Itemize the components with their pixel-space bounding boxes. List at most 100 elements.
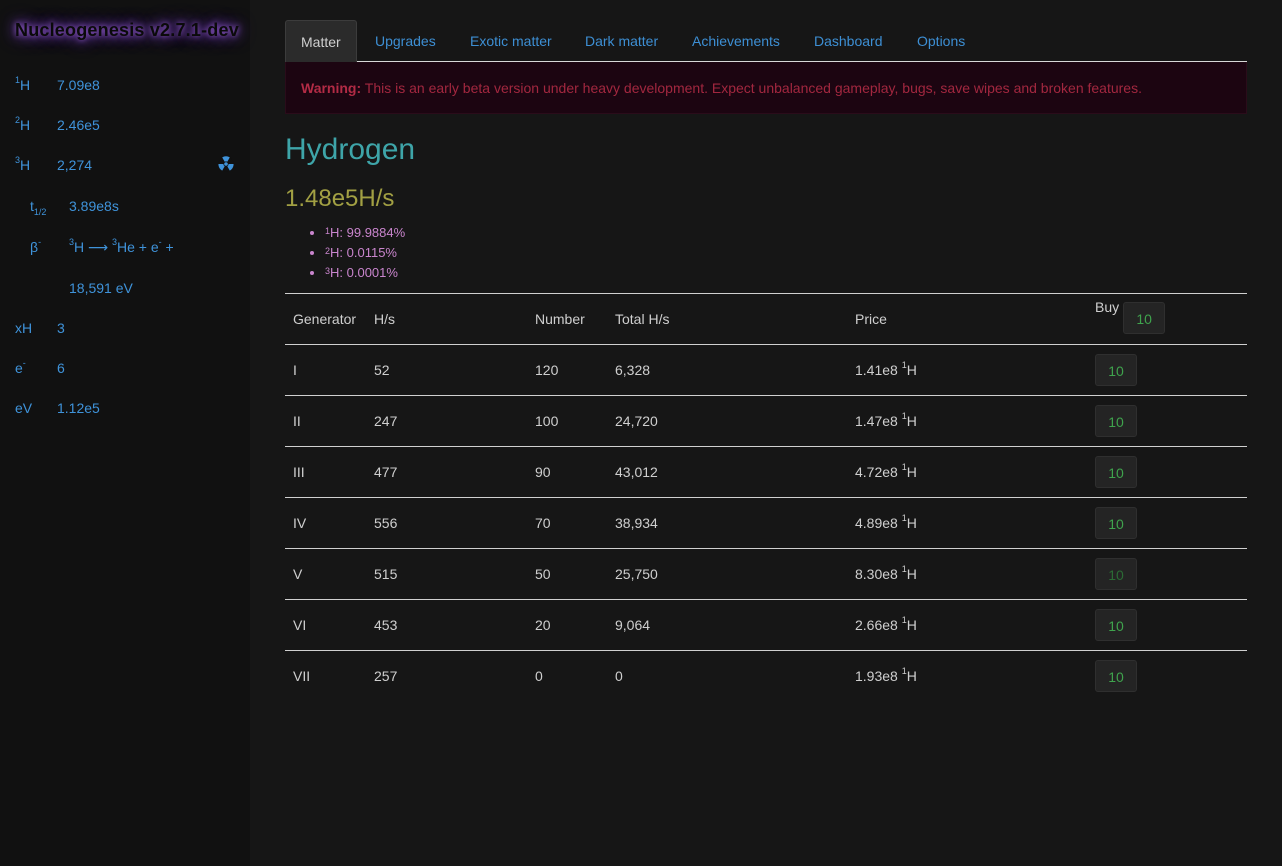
isotope-list: 1H: 99.9884% 2H: 0.0115% 3H: 0.0001% bbox=[309, 223, 405, 283]
generator-total: 43,012 bbox=[607, 446, 847, 498]
generator-total: 38,934 bbox=[607, 497, 847, 549]
generator-total: 0 bbox=[607, 650, 847, 702]
decay-reaction: 3H ⟶ 3He + e- + bbox=[69, 237, 174, 255]
generator-rate: 556 bbox=[366, 497, 527, 549]
buy-cell: 10 bbox=[1087, 446, 1247, 498]
generator-number: 100 bbox=[527, 395, 607, 447]
radioactive-icon[interactable] bbox=[218, 156, 234, 172]
buy-button[interactable]: 10 bbox=[1095, 354, 1137, 386]
table-row: II 247 100 24,720 1.47e8 1H 10 bbox=[285, 395, 1247, 447]
resource-value: 1.12e5 bbox=[57, 400, 100, 416]
resource-label: 3H bbox=[15, 155, 31, 173]
generator-name: VII bbox=[285, 650, 366, 702]
tab-achievements[interactable]: Achievements bbox=[692, 20, 780, 62]
warning-banner: Warning: This is an early beta version u… bbox=[285, 62, 1247, 114]
tab-upgrades[interactable]: Upgrades bbox=[375, 20, 436, 62]
generator-total: 6,328 bbox=[607, 344, 847, 396]
generator-total: 9,064 bbox=[607, 599, 847, 651]
app-title: Nucleogenesis v2.7.1-dev bbox=[15, 20, 239, 40]
generator-price: 4.72e8 1H bbox=[847, 446, 1087, 498]
buy-cell: 10 bbox=[1087, 344, 1247, 396]
element-title: Hydrogen bbox=[285, 133, 416, 166]
buy-button[interactable]: 10 bbox=[1095, 405, 1137, 437]
table-row: VI 453 20 9,064 2.66e8 1H 10 bbox=[285, 599, 1247, 651]
generator-number: 0 bbox=[527, 650, 607, 702]
header-price: Price bbox=[847, 293, 1087, 345]
generator-price: 1.41e8 1H bbox=[847, 344, 1087, 396]
decay-label: β- bbox=[30, 237, 42, 255]
generator-rate: 52 bbox=[366, 344, 527, 396]
tab-options[interactable]: Options bbox=[917, 20, 965, 62]
generator-price: 2.66e8 1H bbox=[847, 599, 1087, 651]
buy-amount-toggle[interactable]: 10 bbox=[1123, 302, 1166, 334]
buy-button[interactable]: 10 bbox=[1095, 660, 1137, 693]
generator-price: 1.93e8 1H bbox=[847, 650, 1087, 702]
generator-rate: 477 bbox=[366, 446, 527, 498]
warning-text: This is an early beta version under heav… bbox=[361, 80, 1142, 96]
resource-value: 2.46e5 bbox=[57, 117, 100, 133]
half-life-label: t1/2 bbox=[30, 198, 47, 217]
header-generator: Generator bbox=[285, 293, 366, 345]
main-panel: Matter Upgrades Exotic matter Dark matte… bbox=[285, 20, 1247, 702]
generator-price: 4.89e8 1H bbox=[847, 497, 1087, 549]
generator-rate: 257 bbox=[366, 650, 527, 702]
generator-price: 1.47e8 1H bbox=[847, 395, 1087, 447]
tab-matter[interactable]: Matter bbox=[285, 20, 357, 62]
generator-rate: 515 bbox=[366, 548, 527, 600]
resource-label: eV bbox=[15, 400, 33, 416]
generator-name: IV bbox=[285, 497, 366, 549]
buy-cell: 10 bbox=[1087, 650, 1247, 702]
generator-name: II bbox=[285, 395, 366, 447]
generator-number: 50 bbox=[527, 548, 607, 600]
buy-button[interactable]: 10 bbox=[1095, 456, 1137, 488]
list-item: 3H: 0.0001% bbox=[309, 263, 405, 283]
header-buy-label: Buy bbox=[1095, 299, 1120, 315]
generator-name: III bbox=[285, 446, 366, 498]
table-row: IV 556 70 38,934 4.89e8 1H 10 bbox=[285, 497, 1247, 549]
generator-total: 24,720 bbox=[607, 395, 847, 447]
generator-price: 8.30e8 1H bbox=[847, 548, 1087, 600]
tab-dashboard[interactable]: Dashboard bbox=[814, 20, 883, 62]
buy-button[interactable]: 10 bbox=[1095, 507, 1137, 539]
warning-label: Warning: bbox=[301, 80, 362, 96]
generator-total: 25,750 bbox=[607, 548, 847, 600]
list-item: 1H: 99.9884% bbox=[309, 223, 405, 243]
table-row: I 52 120 6,328 1.41e8 1H 10 bbox=[285, 344, 1247, 396]
header-number: Number bbox=[527, 293, 607, 345]
half-life-value: 3.89e8s bbox=[69, 198, 119, 214]
tab-exotic-matter[interactable]: Exotic matter bbox=[470, 20, 552, 62]
resource-value: 3 bbox=[57, 320, 65, 336]
generator-number: 120 bbox=[527, 344, 607, 396]
buy-button[interactable]: 10 bbox=[1095, 558, 1137, 590]
resource-label: e- bbox=[15, 358, 26, 376]
decay-energy: 18,591 eV bbox=[69, 280, 133, 296]
buy-cell: 10 bbox=[1087, 395, 1247, 447]
list-item: 2H: 0.0115% bbox=[309, 243, 405, 263]
table-row: V 515 50 25,750 8.30e8 1H 10 bbox=[285, 548, 1247, 600]
tab-bar: Matter Upgrades Exotic matter Dark matte… bbox=[285, 20, 1247, 62]
header-buy: Buy10 bbox=[1087, 293, 1247, 345]
header-rate: H/s bbox=[366, 293, 527, 345]
generator-name: V bbox=[285, 548, 366, 600]
production-rate: 1.48e5H/s bbox=[285, 185, 395, 212]
generator-rate: 247 bbox=[366, 395, 527, 447]
table-row: III 477 90 43,012 4.72e8 1H 10 bbox=[285, 446, 1247, 498]
generator-number: 70 bbox=[527, 497, 607, 549]
generator-name: VI bbox=[285, 599, 366, 651]
generator-number: 90 bbox=[527, 446, 607, 498]
tab-dark-matter[interactable]: Dark matter bbox=[585, 20, 658, 62]
generator-table: Generator H/s Number Total H/s Price Buy… bbox=[285, 293, 1247, 702]
generator-number: 20 bbox=[527, 599, 607, 651]
generator-name: I bbox=[285, 344, 366, 396]
table-row: VII 257 0 0 1.93e8 1H 10 bbox=[285, 650, 1247, 702]
buy-cell: 10 bbox=[1087, 548, 1247, 600]
sidebar: Nucleogenesis v2.7.1-dev 1H 7.09e8 2H 2.… bbox=[0, 0, 250, 866]
resource-label: 1H bbox=[15, 75, 31, 93]
buy-button[interactable]: 10 bbox=[1095, 609, 1137, 641]
resource-value: 2,274 bbox=[57, 157, 93, 173]
buy-cell: 10 bbox=[1087, 599, 1247, 651]
buy-cell: 10 bbox=[1087, 497, 1247, 549]
resource-value: 7.09e8 bbox=[57, 77, 100, 93]
table-header-row: Generator H/s Number Total H/s Price Buy… bbox=[285, 293, 1247, 345]
resource-label: xH bbox=[15, 320, 33, 336]
